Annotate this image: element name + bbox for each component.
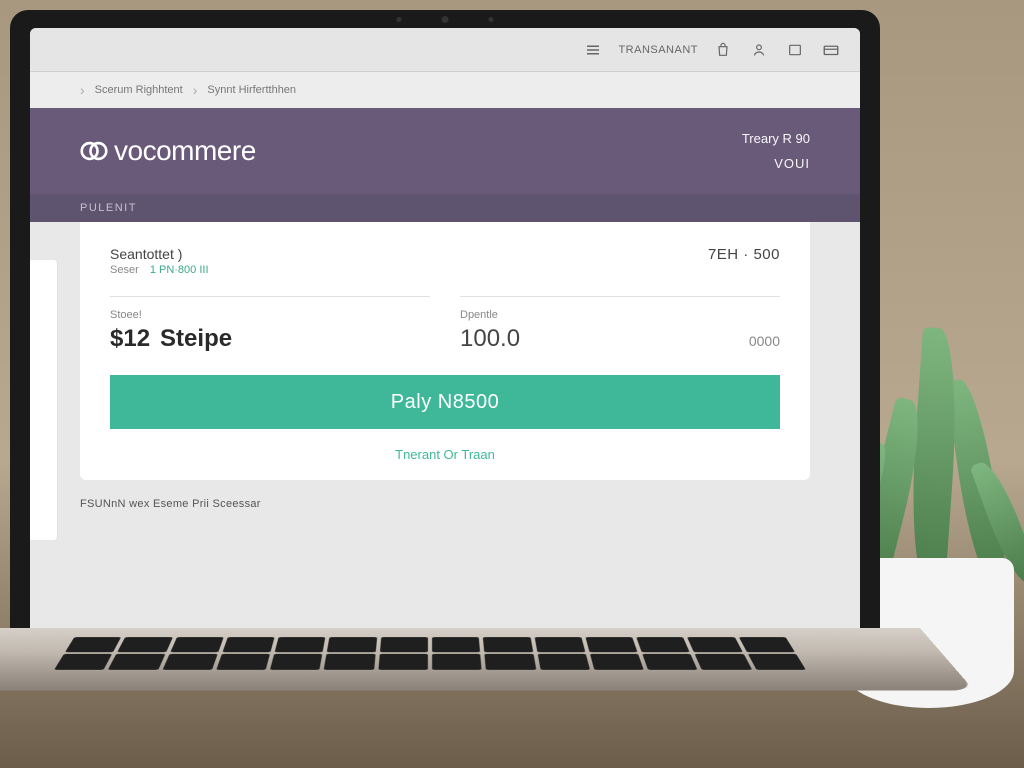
top-toolbar: Transanant (30, 28, 860, 72)
window-box-icon[interactable] (784, 39, 806, 61)
header-meta-bottom: VOUI (774, 156, 810, 171)
header-meta-top: Treary R 90 (742, 131, 810, 146)
brand-name: vocommere (114, 135, 256, 167)
summary-right-value: 7EH · 500 (708, 246, 780, 263)
checkout-card: Seantottet ) Seser 1 PN·800 III 7EH · 50… (80, 222, 810, 480)
header-subbar-label: PULENIT (80, 202, 137, 214)
amount-left-label: Stoee! (110, 309, 430, 321)
breadcrumb-item[interactable]: Synnt Hirfertthhen (207, 84, 296, 96)
laptop-base (0, 628, 974, 690)
hamburger-menu-icon[interactable] (582, 39, 604, 61)
pay-button[interactable]: Paly N8500 (110, 375, 780, 429)
side-panel-peek (30, 260, 58, 540)
amount-right-tail: 0000 (749, 333, 780, 349)
amount-left-prefix: $12 (110, 325, 150, 353)
summary-highlight: 1 PN·800 III (150, 264, 209, 276)
amount-left-main: Steipe (160, 325, 232, 353)
shopping-bag-icon[interactable] (712, 39, 734, 61)
amount-right-value: 100.0 (460, 325, 520, 353)
chevron-right-icon: › (80, 82, 85, 98)
laptop-frame: Transanant (10, 10, 880, 650)
breadcrumb: › Scerum Righhtent › Synnt Hirfertthhen (30, 72, 860, 108)
card-icon[interactable] (820, 39, 842, 61)
amount-box-right: Dpentle 100.0 0000 (460, 296, 780, 353)
brand-header: vocommere Treary R 90 VOUI (30, 108, 860, 194)
footer-note: FSUNnN wex Eseme Prii Sceessar (80, 498, 810, 510)
keyboard (54, 637, 806, 670)
amount-box-left: Stoee! $12 Steipe (110, 296, 430, 353)
amount-right-label: Dpentle (460, 309, 780, 321)
brand-logo-block[interactable]: vocommere (80, 135, 256, 167)
summary-sublabel: Seser (110, 264, 139, 276)
summary-label: Seantottet ) (110, 246, 209, 262)
webcam-row (397, 16, 494, 23)
header-subbar: PULENIT (30, 194, 860, 222)
user-icon[interactable] (748, 39, 770, 61)
status-link[interactable]: Tnerant Or Traan (110, 447, 780, 462)
breadcrumb-item[interactable]: Scerum Righhtent (95, 84, 183, 96)
pay-button-label: Paly N8500 (391, 391, 499, 414)
laptop-screen: Transanant (30, 28, 860, 650)
chevron-right-icon: › (193, 82, 198, 98)
logo-icon (80, 137, 108, 165)
toolbar-label: Transanant (618, 44, 698, 56)
